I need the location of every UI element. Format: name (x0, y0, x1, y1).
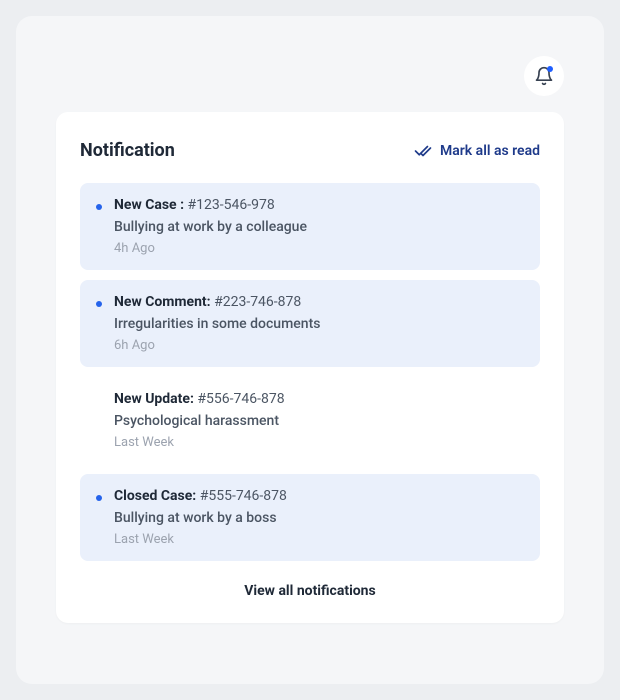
double-check-icon (414, 142, 432, 160)
panel-header: Notification Mark all as read (80, 140, 540, 161)
notification-case-number: #223-746-878 (214, 294, 301, 310)
notification-indicator-dot (547, 66, 553, 72)
notification-panel: Notification Mark all as read New Case :… (56, 112, 564, 623)
unread-dot-icon (96, 204, 102, 210)
notification-title-line: New Comment: #223-746-878 (114, 294, 320, 310)
notification-type: New Case : (114, 197, 184, 213)
notification-item[interactable]: New Update: #556-746-878 Psychological h… (80, 377, 540, 464)
unread-dot-icon (96, 301, 102, 307)
notification-case-number: #555-746-878 (200, 488, 287, 504)
notification-time: Last Week (114, 435, 285, 450)
notification-case-number: #123-546-978 (188, 197, 275, 213)
notification-content: Closed Case: #555-746-878 Bullying at wo… (114, 488, 287, 547)
notification-description: Bullying at work by a colleague (114, 219, 307, 235)
notification-title-line: New Update: #556-746-878 (114, 391, 285, 407)
unread-dot-icon (96, 495, 102, 501)
notification-content: New Comment: #223-746-878 Irregularities… (114, 294, 320, 353)
mark-all-read-button[interactable]: Mark all as read (414, 142, 540, 160)
notification-content: New Update: #556-746-878 Psychological h… (114, 391, 285, 450)
notification-title-line: Closed Case: #555-746-878 (114, 488, 287, 504)
notification-case-number: #556-746-878 (197, 391, 284, 407)
bell-wrapper (56, 56, 564, 96)
notification-type: Closed Case: (114, 488, 196, 504)
notification-list: New Case : #123-546-978 Bullying at work… (80, 183, 540, 561)
mark-all-read-label: Mark all as read (440, 143, 540, 159)
notification-item[interactable]: Closed Case: #555-746-878 Bullying at wo… (80, 474, 540, 561)
notification-description: Irregularities in some documents (114, 316, 320, 332)
notification-item[interactable]: New Comment: #223-746-878 Irregularities… (80, 280, 540, 367)
notification-item[interactable]: New Case : #123-546-978 Bullying at work… (80, 183, 540, 270)
notification-title-line: New Case : #123-546-978 (114, 197, 307, 213)
view-all-notifications-button[interactable]: View all notifications (80, 583, 540, 599)
notification-content: New Case : #123-546-978 Bullying at work… (114, 197, 307, 256)
notification-type: New Comment: (114, 294, 211, 310)
notification-time: 6h Ago (114, 338, 320, 353)
notification-description: Psychological harassment (114, 413, 285, 429)
notification-description: Bullying at work by a boss (114, 510, 287, 526)
outer-container: Notification Mark all as read New Case :… (16, 16, 604, 684)
notification-time: 4h Ago (114, 241, 307, 256)
notification-bell-button[interactable] (524, 56, 564, 96)
panel-title: Notification (80, 140, 175, 161)
notification-type: New Update: (114, 391, 194, 407)
notification-time: Last Week (114, 532, 287, 547)
